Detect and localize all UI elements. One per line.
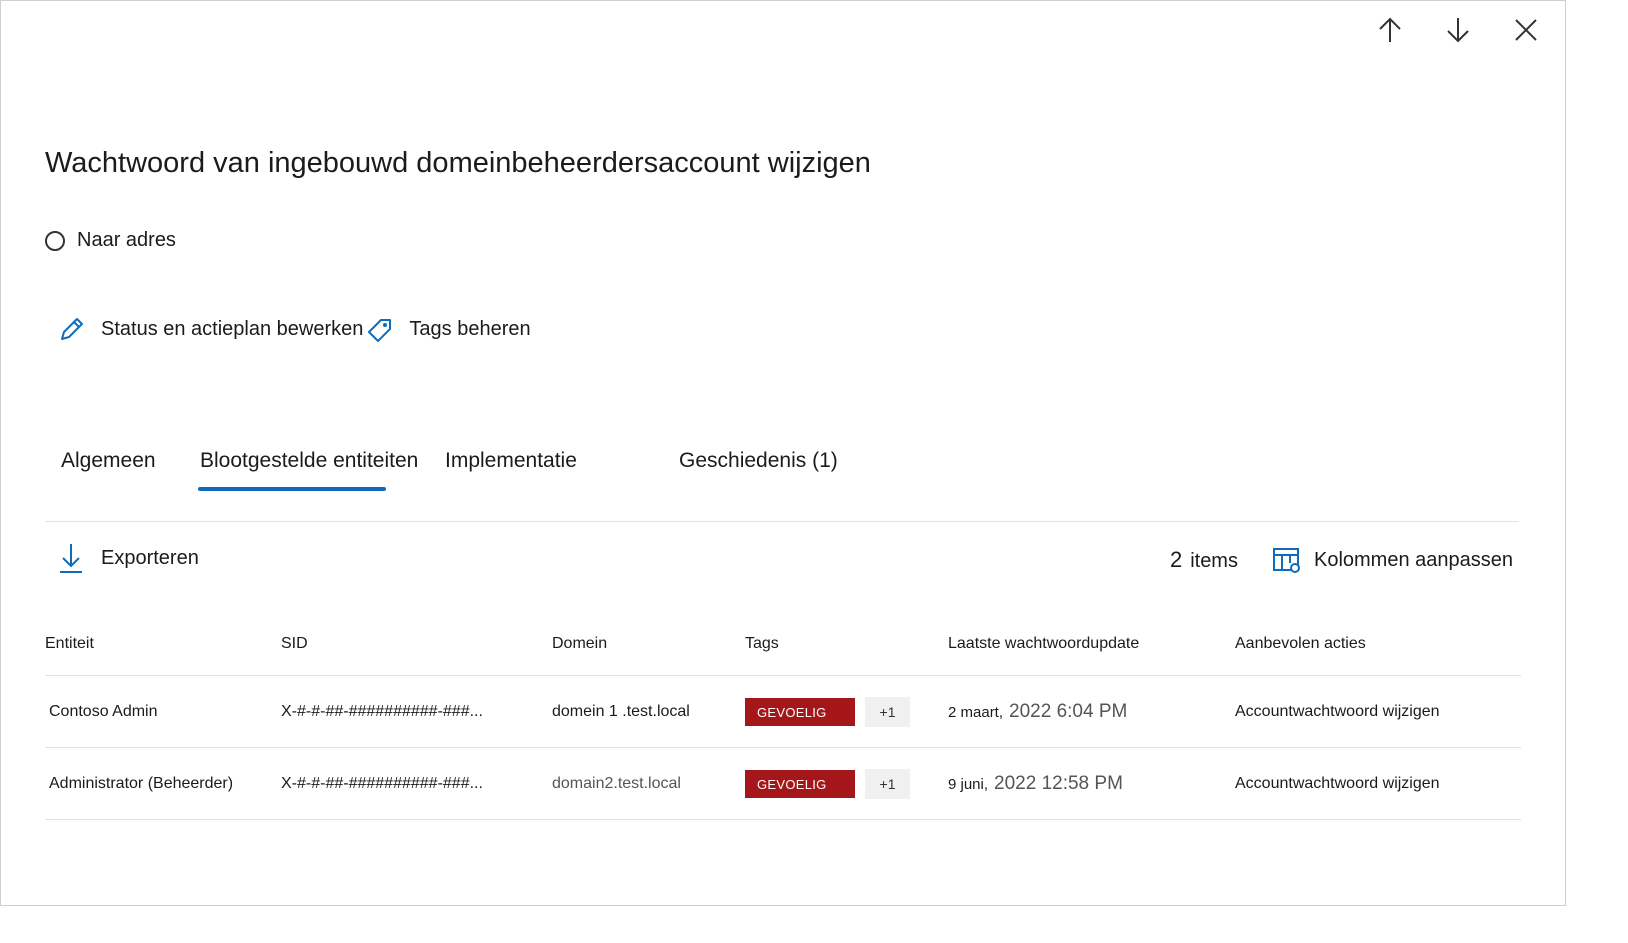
sensitive-tag: GEVOELIG <box>745 769 855 798</box>
page-title: Wachtwoord van ingebouwd domeinbeheerder… <box>45 147 871 179</box>
recommended-action-cell: Accountwachtwoord wijzigen <box>1235 675 1521 748</box>
column-header-last-password-update[interactable]: Laatste wachtwoordupdate <box>948 613 1235 676</box>
domain-cell: domain2.test.local <box>552 747 745 820</box>
recommended-action-cell: Accountwachtwoord wijzigen <box>1235 747 1521 820</box>
item-count: 2 items <box>1170 547 1238 573</box>
update-time: 2022 12:58 PM <box>994 772 1123 794</box>
tab-general[interactable]: Algemeen <box>61 449 156 491</box>
export-button[interactable]: Exporteren <box>57 541 199 575</box>
previous-item-button[interactable] <box>1371 11 1409 49</box>
update-date: 2 maart, <box>948 703 1004 721</box>
sensitive-tag: GEVOELIG <box>745 697 855 726</box>
password-update-cell: 9 juni, 2022 12:58 PM <box>948 747 1235 820</box>
tab-implementation[interactable]: Implementatie <box>445 449 577 491</box>
more-tags-badge[interactable]: +1 <box>865 768 910 799</box>
panel-navigation <box>1371 11 1545 49</box>
action-bar: Status en actieplan bewerken Tags behere… <box>57 314 531 344</box>
update-time: 2022 6:04 PM <box>1009 700 1128 722</box>
entity-cell[interactable]: Administrator (Beheerder) <box>45 747 281 820</box>
tag-icon <box>368 319 392 342</box>
sid-cell: X-#-#-##-##########-###... <box>281 675 552 748</box>
details-panel: Wachtwoord van ingebouwd domeinbeheerder… <box>0 0 1566 906</box>
status-circle-icon <box>45 230 65 251</box>
column-header-tags[interactable]: Tags <box>745 613 948 676</box>
column-header-entity[interactable]: Entiteit <box>45 613 281 676</box>
password-update-cell: 2 maart, 2022 6:04 PM <box>948 675 1235 748</box>
table-row[interactable]: Contoso Admin X-#-#-##-##########-###...… <box>45 675 1521 748</box>
domain-cell: domein 1 .test.local <box>552 675 745 748</box>
sid-cell: X-#-#-##-##########-###... <box>281 747 552 820</box>
table-toolbar: Exporteren 2 items Kolommen aanpassen <box>57 541 1513 585</box>
close-button[interactable] <box>1507 11 1545 49</box>
export-label: Exporteren <box>101 546 199 569</box>
column-header-sid[interactable]: SID <box>281 613 552 676</box>
download-icon <box>60 544 82 573</box>
customize-columns-label: Kolommen aanpassen <box>1313 548 1513 571</box>
tab-history[interactable]: Geschiedenis (1) <box>679 449 838 491</box>
pencil-icon <box>61 318 83 340</box>
arrow-up-icon <box>1379 17 1401 42</box>
toolbar-right: 2 items Kolommen aanpassen <box>1170 545 1513 575</box>
entity-cell[interactable]: Contoso Admin <box>45 675 281 748</box>
status-label: Naar adres <box>77 229 176 251</box>
update-date: 9 juni, <box>948 775 989 793</box>
column-header-recommended-actions[interactable]: Aanbevolen acties <box>1235 613 1521 676</box>
next-item-button[interactable] <box>1439 11 1477 49</box>
manage-tags-label: Tags beheren <box>409 317 531 340</box>
status-indicator: Naar adres <box>45 229 176 252</box>
columns-settings-icon <box>1272 548 1300 573</box>
edit-status-label: Status en actieplan bewerken <box>101 317 364 340</box>
arrow-down-icon <box>1447 18 1469 43</box>
table-row[interactable]: Administrator (Beheerder) X-#-#-##-#####… <box>45 747 1521 820</box>
item-count-number: 2 <box>1169 547 1183 572</box>
customize-columns-button[interactable]: Kolommen aanpassen <box>1272 545 1513 575</box>
tags-cell: GEVOELIG +1 <box>745 747 948 820</box>
more-tags-badge[interactable]: +1 <box>865 696 910 727</box>
edit-status-button[interactable]: Status en actieplan bewerken <box>57 314 363 344</box>
manage-tags-button[interactable]: Tags beheren <box>365 314 531 344</box>
entities-table: Entiteit SID Domein Tags Laatste wachtwo… <box>45 613 1521 820</box>
column-header-domain[interactable]: Domein <box>552 613 745 676</box>
tags-cell: GEVOELIG +1 <box>745 675 948 748</box>
close-icon <box>1515 19 1537 41</box>
tab-bar: Algemeen Blootgestelde entiteiten Implem… <box>45 441 1519 522</box>
tab-exposed-entities[interactable]: Blootgestelde entiteiten <box>197 449 418 491</box>
table-header-row: Entiteit SID Domein Tags Laatste wachtwo… <box>45 613 1521 676</box>
item-count-label: items <box>1190 550 1238 572</box>
